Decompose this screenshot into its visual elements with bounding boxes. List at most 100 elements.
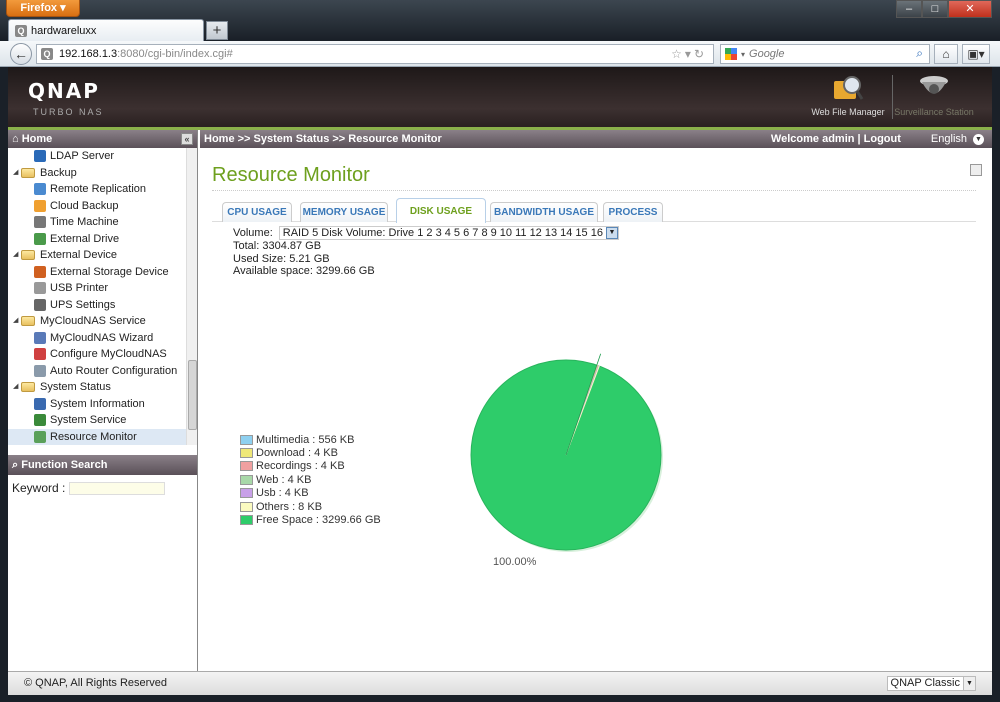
header-divider <box>892 75 893 119</box>
browser-tab[interactable]: Q hardwareluxx <box>8 19 204 41</box>
expand-arrow-icon[interactable]: ◢ <box>13 379 21 396</box>
pie-data-label: 100.00% <box>493 556 537 568</box>
function-search-label: Function Search <box>21 459 108 471</box>
tree-item[interactable]: MyCloudNAS Wizard <box>8 330 197 347</box>
tab-cpu-usage[interactable]: CPU USAGE <box>222 202 292 222</box>
minimize-button[interactable]: – <box>896 0 922 18</box>
menu-item-icon <box>34 282 46 295</box>
qnap-favicon-icon: Q <box>15 24 27 37</box>
tree-item[interactable]: USB Printer <box>8 280 197 297</box>
google-engine-icon[interactable] <box>725 48 737 60</box>
main-content: Home >> System Status >> Resource Monito… <box>200 130 992 671</box>
tree-item[interactable]: System Service <box>8 412 197 429</box>
tree-folder[interactable]: ◢ Backup <box>8 165 197 182</box>
bookmark-star-icon[interactable]: ☆ <box>671 47 685 61</box>
tab-bandwidth-usage[interactable]: BANDWIDTH USAGE <box>490 202 598 222</box>
language-selector[interactable]: English ▼ <box>931 130 984 148</box>
tree-item[interactable]: UPS Settings <box>8 297 197 314</box>
chevron-down-icon: ▼ <box>973 133 984 145</box>
bookmarks-button[interactable]: ▣▾ <box>962 44 990 64</box>
history-dropdown-icon[interactable]: ▾ <box>685 47 694 61</box>
tree-item[interactable]: System Information <box>8 396 197 413</box>
tree-folder[interactable]: ◢ System Status <box>8 379 197 396</box>
legend-item: Web : 4 KB <box>240 473 381 486</box>
surveillance-station-button[interactable]: Surveillance Station <box>894 73 974 117</box>
home-button[interactable]: ⌂ <box>934 44 958 64</box>
url-path: :8080/cgi-bin/index.cgi# <box>117 48 233 60</box>
breadcrumb[interactable]: Home >> System Status >> Resource Monito… <box>204 133 442 145</box>
tree-item[interactable]: Cloud Backup <box>8 198 197 215</box>
tree-item[interactable]: Configure MyCloudNAS <box>8 346 197 363</box>
firefox-menu-label: Firefox <box>20 2 58 14</box>
help-checkbox-icon[interactable] <box>970 164 982 176</box>
tab-process[interactable]: PROCESS <box>603 202 663 222</box>
folder-icon <box>21 316 35 327</box>
tree-item-label: MyCloudNAS Wizard <box>50 331 154 344</box>
legend-item: Usb : 4 KB <box>240 487 381 500</box>
engine-dropdown-icon[interactable]: ▾ <box>741 50 745 59</box>
legend-label: Usb : 4 KB <box>256 487 309 500</box>
tab-memory-usage[interactable]: MEMORY USAGE <box>300 202 388 222</box>
expand-arrow-icon[interactable]: ◢ <box>13 165 21 182</box>
legend-item: Recordings : 4 KB <box>240 460 381 473</box>
scrollbar-thumb[interactable] <box>188 360 197 430</box>
tree-item[interactable]: Resource Monitor <box>8 428 197 445</box>
back-button[interactable]: ← <box>10 43 32 65</box>
menu-item-icon <box>34 216 46 229</box>
tree-item[interactable]: External Storage Device <box>8 264 197 281</box>
welcome-logout[interactable]: Welcome admin | Logout <box>771 130 901 148</box>
tree-item[interactable]: Auto Router Configuration <box>8 363 197 380</box>
tree-item-label: Backup <box>40 166 77 179</box>
web-file-manager-button[interactable]: Web File Manager <box>808 73 888 117</box>
collapse-sidebar-icon[interactable]: « <box>181 133 193 145</box>
tree-item-label: External Device <box>40 249 118 261</box>
volume-value: RAID 5 Disk Volume: Drive 1 2 3 4 5 6 7 … <box>282 226 603 239</box>
sidebar: ⌂ Home « LDAP Server ◢ Backup Remote Replic… <box>8 130 198 671</box>
tree-item-label: Auto Router Configuration <box>50 364 178 377</box>
tree-item-label: USB Printer <box>50 282 109 294</box>
maximize-button[interactable]: □ <box>922 0 948 18</box>
legend-swatch <box>240 434 253 445</box>
tab-title: hardwareluxx <box>31 24 97 37</box>
legend-label: Recordings : 4 KB <box>256 460 345 473</box>
legend-label: Download : 4 KB <box>256 447 338 460</box>
page-title: Resource Monitor <box>212 164 370 186</box>
search-icon[interactable]: ⌕ <box>916 46 923 61</box>
new-tab-button[interactable]: + <box>206 21 228 40</box>
tree-item[interactable]: LDAP Server <box>8 148 197 165</box>
disk-usage-pie-chart: 100.00% <box>470 353 663 568</box>
sidebar-home-header[interactable]: ⌂ Home « <box>8 130 197 148</box>
tree-scrollbar[interactable] <box>186 148 197 445</box>
browser-tabbar: Q hardwareluxx + <box>0 19 1000 41</box>
home-label: Home <box>21 133 53 145</box>
tree-folder[interactable]: ◢ External Device <box>8 247 197 264</box>
tree-item[interactable]: Remote Replication <box>8 181 197 198</box>
folder-icon <box>21 382 35 393</box>
folder-icon <box>21 167 35 178</box>
firefox-menu-button[interactable]: Firefox ▾ <box>6 0 80 17</box>
close-button[interactable]: ✕ <box>948 0 992 18</box>
tree-item[interactable]: External Drive <box>8 231 197 248</box>
theme-select[interactable]: QNAP Classic ▼ <box>886 676 976 691</box>
qnap-header: QNAP TURBO NAS Web File Manager Surveill… <box>8 67 992 127</box>
legend-item: Download : 4 KB <box>240 446 381 459</box>
expand-arrow-icon[interactable]: ◢ <box>13 313 21 330</box>
menu-item-icon <box>34 331 46 344</box>
volume-row: Volume: RAID 5 Disk Volume: Drive 1 2 3 … <box>233 226 619 240</box>
reload-icon[interactable]: ↻ <box>694 47 707 61</box>
tree-item-label: UPS Settings <box>50 298 116 311</box>
tree-item[interactable]: Time Machine <box>8 214 197 231</box>
menu-item-icon <box>34 232 46 245</box>
surveillance-station-label: Surveillance Station <box>894 107 974 117</box>
theme-value: QNAP Classic <box>890 677 960 689</box>
tree-item-label: Remote Replication <box>50 183 146 195</box>
expand-arrow-icon[interactable]: ◢ <box>13 247 21 264</box>
keyword-input[interactable] <box>69 481 166 495</box>
tab-disk-usage[interactable]: DISK USAGE <box>396 198 486 223</box>
tree-folder[interactable]: ◢ MyCloudNAS Service <box>8 313 197 330</box>
volume-select[interactable]: RAID 5 Disk Volume: Drive 1 2 3 4 5 6 7 … <box>278 226 619 240</box>
search-bar[interactable]: ▾ Google ⌕ <box>720 44 930 64</box>
tree-item-label: System Information <box>50 397 145 410</box>
url-bar[interactable]: Q 192.168.1.3:8080/cgi-bin/index.cgi# ☆▾… <box>36 44 714 64</box>
menu-item-icon <box>34 430 46 443</box>
